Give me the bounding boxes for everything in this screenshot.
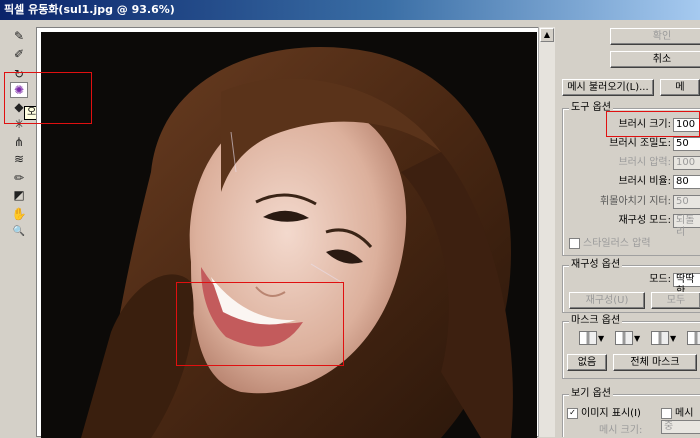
view-options-group: 보기 옵션 ✓ 이미지 표시(I) 메시 메시 크기: 중 [562,388,700,437]
show-mesh-label: 메시 [675,408,694,419]
turbulence-icon[interactable]: ≋ [10,151,28,167]
mask-options-title: 마스크 옵션 [569,315,623,327]
mirror-icon[interactable]: ⋔ [10,134,28,150]
portrait-illustration [41,32,537,438]
thaw-mask-icon[interactable]: ◩ [10,187,28,203]
reconstruct-mode-select[interactable]: 되돌리 [673,214,700,238]
intersect-selection-icon[interactable] [687,330,700,346]
mesh-size-label: 메시 크기: [599,425,643,436]
tool-options-group: 도구 옵션 브러시 크기: 100 브러시 조밀도: 50 브러시 압력: 10… [562,102,700,256]
restore-all-button[interactable]: 모두 [651,292,700,309]
brush-rate-field[interactable]: 80 [673,175,700,189]
brush-size-field[interactable]: 100 [673,118,700,132]
show-image-checkbox[interactable]: ✓ [567,407,578,419]
pucker-icon[interactable]: ✺ [10,82,28,98]
vertical-scrollbar[interactable]: ▲ [538,27,555,437]
reconstruct-button[interactable]: 재구성(U) [569,292,645,309]
liquify-toolbar: ✎ ✐ ↻ ✺ ◆ ✳ ⋔ ≋ ✏ ◩ ✋ 🔍 [0,20,34,437]
replace-selection-icon[interactable]: ▼ [579,330,605,346]
mask-all-button[interactable]: 전체 마스크 [613,354,697,371]
options-panel: 확인 취소 메시 불러오기(L)... 메 도구 옵션 브러시 크기: 100 … [556,20,700,437]
mask-options-group: 마스크 옵션 ▼ ▼ ▼ 없음 전체 마스크 [562,315,700,379]
reconstruct-mode-label: 재구성 모드: [618,215,671,226]
stylus-pressure-checkbox[interactable] [569,237,580,249]
brush-pressure-field[interactable]: 100 [673,156,700,170]
mode-label: 모드: [649,274,671,285]
ok-button[interactable]: 확인 [610,28,700,45]
add-to-selection-icon[interactable]: ▼ [615,330,641,346]
show-mesh-checkbox[interactable] [661,407,672,419]
load-mesh-button[interactable]: 메시 불러오기(L)... [562,79,654,96]
twirl-icon[interactable]: ↻ [10,66,28,82]
preview-image[interactable] [41,32,537,438]
hand-icon[interactable]: ✋ [10,206,28,222]
brush-size-label: 브러시 크기: [618,119,671,130]
mask-none-button[interactable]: 없음 [567,354,607,371]
mesh-size-select[interactable]: 중 [661,420,700,434]
reconstruct-options-title: 재구성 옵션 [569,259,623,271]
brush-pressure-label: 브러시 압력: [618,157,671,168]
scroll-up-icon[interactable]: ▲ [540,28,554,42]
cancel-button[interactable]: 취소 [610,51,700,68]
view-options-title: 보기 옵션 [569,388,613,400]
subtract-selection-icon[interactable]: ▼ [651,330,677,346]
reconstruct-icon[interactable]: ✐ [10,46,28,62]
stylus-pressure-label: 스타일러스 압력 [583,238,651,249]
show-image-option[interactable]: ✓ 이미지 표시(I) [567,404,641,419]
brush-rate-label: 브러시 비율: [618,176,671,187]
freeze-mask-icon[interactable]: ✏ [10,170,28,186]
reconstruct-options-group: 재구성 옵션 모드: 딱딱한 재구성(U) 모두 [562,259,700,313]
save-mesh-button[interactable]: 메 [660,79,700,96]
show-mesh-option[interactable]: 메시 [661,404,693,419]
zoom-icon[interactable]: 🔍 [10,223,28,239]
mode-select[interactable]: 딱딱한 [673,273,700,297]
show-image-label: 이미지 표시(I) [581,408,641,419]
tool-options-title: 도구 옵션 [569,102,613,114]
stylus-pressure-option[interactable]: 스타일러스 압력 [569,234,651,249]
canvas-frame [36,27,544,438]
brush-density-label: 브러시 조밀도: [609,138,671,149]
turbulent-jitter-label: 휘몰아치기 지터: [600,196,671,207]
window-title: 픽셀 유동화(sul1.jpg @ 93.6%) [0,0,700,20]
brush-density-field[interactable]: 50 [673,137,700,151]
turbulent-jitter-field[interactable]: 50 [673,195,700,209]
forward-warp-icon[interactable]: ✎ [10,28,28,44]
